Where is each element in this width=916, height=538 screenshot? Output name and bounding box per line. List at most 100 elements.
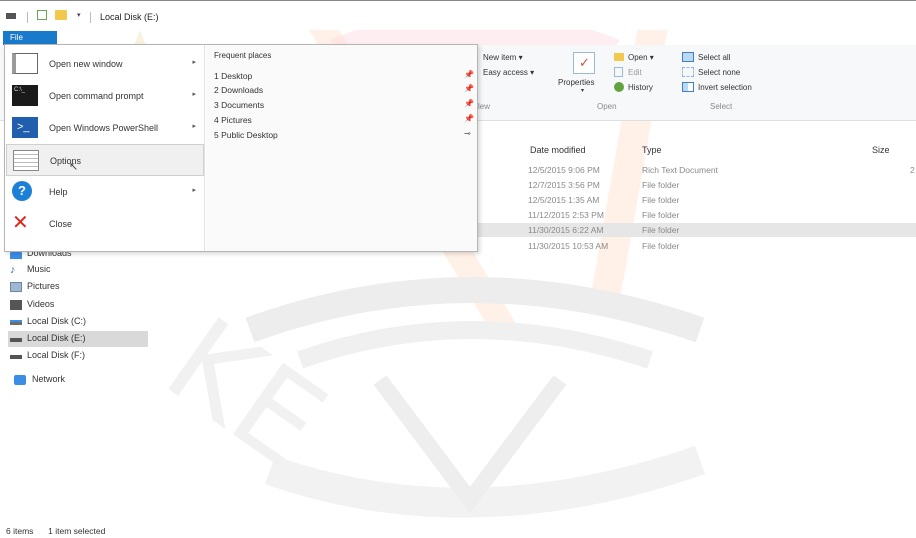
pin-icon[interactable]: 📌 xyxy=(464,70,474,79)
new-item-button[interactable]: New item ▾ xyxy=(483,53,523,62)
help-item[interactable]: ? Help ▸ xyxy=(6,176,204,208)
nav-item-local-disk-c[interactable]: Local Disk (C:) xyxy=(8,314,148,330)
chevron-right-icon: ▸ xyxy=(192,91,196,98)
menu-item-label: Help xyxy=(49,187,68,197)
nav-label: Local Disk (F:) xyxy=(27,350,86,360)
column-header-type[interactable]: Type xyxy=(642,145,662,155)
row-type: File folder xyxy=(642,195,680,205)
powershell-icon: >_ xyxy=(12,117,38,138)
row-date: 11/30/2015 6:22 AM xyxy=(528,225,604,235)
row-type: File folder xyxy=(642,210,680,220)
select-none-icon xyxy=(682,67,694,77)
menu-item-label: Open Windows PowerShell xyxy=(49,123,159,133)
network-icon xyxy=(14,375,26,385)
frequent-place-item[interactable]: 1 Desktop xyxy=(214,71,252,81)
title-bar: ▾ Local Disk (E:) xyxy=(0,0,916,30)
nav-item-local-disk-f[interactable]: Local Disk (F:) xyxy=(8,348,148,364)
new-folder-qat-icon[interactable] xyxy=(55,10,67,20)
row-size: 2 xyxy=(910,165,915,175)
edit-button[interactable]: Edit xyxy=(628,68,642,77)
unpinned-icon[interactable]: ⊸ xyxy=(464,129,471,138)
select-all-button[interactable]: Select all xyxy=(698,53,730,62)
videos-icon xyxy=(10,300,22,310)
invert-selection-button[interactable]: Invert selection xyxy=(698,83,752,92)
nav-label: Network xyxy=(32,374,66,384)
command-prompt-icon: C:\_ xyxy=(12,85,38,106)
windows-drive-icon xyxy=(10,320,22,325)
window-title: Local Disk (E:) xyxy=(100,12,159,22)
nav-item-videos[interactable]: Videos xyxy=(8,297,148,313)
menu-item-label: Close xyxy=(49,219,73,229)
svg-text:KE: KE xyxy=(142,292,348,494)
new-group-label: lew xyxy=(478,102,491,111)
frequent-place-item[interactable]: 5 Public Desktop xyxy=(214,130,278,140)
row-type: Rich Text Document xyxy=(642,165,718,175)
file-menu-commands: Open new window ▸ C:\_ Open command prom… xyxy=(5,45,205,251)
column-header-size[interactable]: Size xyxy=(872,145,890,155)
easy-access-button[interactable]: Easy access ▾ xyxy=(483,68,534,77)
open-new-window-item[interactable]: Open new window ▸ xyxy=(6,48,204,80)
drive-icon xyxy=(10,338,22,342)
row-date: 12/5/2015 9:06 PM xyxy=(528,165,600,175)
properties-qat-icon[interactable] xyxy=(37,10,47,20)
frequent-place-item[interactable]: 4 Pictures xyxy=(214,115,252,125)
close-item[interactable]: ✕ Close xyxy=(6,208,204,240)
nav-label: Local Disk (C:) xyxy=(27,316,87,326)
help-icon: ? xyxy=(12,181,32,201)
properties-chevron-down-icon[interactable]: ▾ xyxy=(581,87,584,94)
select-none-button[interactable]: Select none xyxy=(698,68,740,77)
properties-button[interactable]: Properties xyxy=(558,78,594,87)
column-header-date-modified[interactable]: Date modified xyxy=(530,145,586,155)
open-powershell-item[interactable]: >_ Open Windows PowerShell ▸ xyxy=(6,112,204,144)
edit-icon xyxy=(614,67,623,77)
nav-label: Local Disk (E:) xyxy=(27,333,86,343)
selection-count: 1 item selected xyxy=(48,526,106,536)
pictures-icon xyxy=(10,282,22,292)
row-type: File folder xyxy=(642,180,680,190)
nav-item-pictures[interactable]: Pictures xyxy=(8,279,148,295)
row-date: 11/30/2015 10:53 AM xyxy=(528,241,609,251)
file-menu: Open new window ▸ C:\_ Open command prom… xyxy=(4,44,478,252)
pin-icon[interactable]: 📌 xyxy=(464,99,474,108)
row-date: 12/5/2015 1:35 AM xyxy=(528,195,600,205)
title-separator xyxy=(90,12,91,23)
file-tab[interactable]: File xyxy=(3,31,57,45)
invert-selection-icon xyxy=(682,82,694,92)
nav-item-music[interactable]: ♪ Music xyxy=(8,262,148,278)
select-all-icon xyxy=(682,52,694,62)
row-type: File folder xyxy=(642,225,680,235)
open-command-prompt-item[interactable]: C:\_ Open command prompt ▸ xyxy=(6,80,204,112)
frequent-place-item[interactable]: 2 Downloads xyxy=(214,85,263,95)
chevron-right-icon: ▸ xyxy=(192,123,196,130)
properties-icon[interactable]: ✓ xyxy=(573,52,595,74)
drive-icon xyxy=(10,355,22,359)
options-icon xyxy=(13,150,39,171)
new-window-icon xyxy=(12,53,38,74)
history-icon xyxy=(614,82,624,92)
nav-item-local-disk-e[interactable]: Local Disk (E:) xyxy=(8,331,148,347)
frequent-places-heading: Frequent places xyxy=(214,51,272,60)
music-icon: ♪ xyxy=(10,264,16,276)
item-count: 6 items xyxy=(6,526,34,536)
open-icon xyxy=(614,53,624,61)
nav-item-network[interactable]: Network xyxy=(14,372,164,388)
pin-icon[interactable]: 📌 xyxy=(464,114,474,123)
menu-item-label: Open command prompt xyxy=(49,91,144,101)
qat-separator xyxy=(27,12,28,23)
frequent-place-item[interactable]: 3 Documents xyxy=(214,100,264,110)
pin-icon[interactable]: 📌 xyxy=(464,84,474,93)
frequent-places-pane: Frequent places 1 Desktop 2 Downloads 3 … xyxy=(206,45,477,251)
status-bar: 6 items 1 item selected xyxy=(6,526,105,536)
row-date: 12/7/2015 3:56 PM xyxy=(528,180,600,190)
menu-item-label: Open new window xyxy=(49,59,123,69)
open-button[interactable]: Open ▾ xyxy=(628,53,654,62)
chevron-right-icon: ▸ xyxy=(192,187,196,194)
nav-label: Videos xyxy=(27,299,55,309)
close-icon: ✕ xyxy=(12,212,29,234)
options-item[interactable]: Options ↖ xyxy=(6,144,204,176)
chevron-down-icon[interactable]: ▾ xyxy=(77,11,81,19)
row-date: 11/12/2015 2:53 PM xyxy=(528,210,604,220)
nav-label: Pictures xyxy=(27,281,60,291)
nav-label: Music xyxy=(27,264,51,274)
history-button[interactable]: History xyxy=(628,83,653,92)
